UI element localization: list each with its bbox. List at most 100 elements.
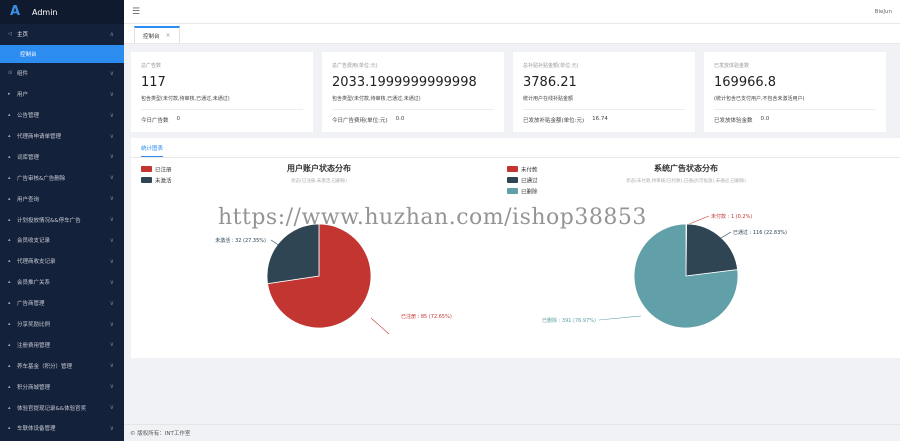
card-footer: 已发放体验金数 0.0 [714,109,876,124]
tab-label: 控制台 [143,33,160,40]
card-foot-label: 今日广告费用(单位:元) [332,118,388,124]
chart-subtitle: 状态(已注册,未激活,已删除) [291,177,347,184]
card-label: 总广告数 [141,63,162,69]
sidebar-item[interactable]: ▴ 公告管理 ∨ [0,105,124,126]
copyright-text: © 版权所有：INT工作室 [130,431,191,437]
stats-panel: 统计图表 已注册 未激活 用户账户状态分布 状态(已注册,未激活,已删除) 已注册 : … [131,138,900,358]
chevron-down-icon: ∨ [109,383,114,391]
menu-toggle-icon[interactable]: ☰ [132,7,140,17]
card-value: 3786.21 [523,75,577,90]
stat-card-ad-fees: 总广告费用(单位:元) 2033.1999999999998 包含类型(未付款,… [322,52,504,132]
chevron-down-icon: ∨ [109,236,114,244]
chevron-up-icon: ∧ [109,30,114,38]
legend-label[interactable]: 已通过 [521,177,538,185]
label-leader-line [720,231,732,239]
card-value: 2033.1999999999998 [332,75,477,90]
sidebar-item-label: 用户查询 [17,196,40,203]
card-desc: 统计用户在线补贴金额 [523,96,574,102]
menu-icon: ▴ [8,300,11,307]
tab-dashboard[interactable]: 控制台 × [134,26,180,43]
sidebar-item[interactable]: ▴ 体验官提现记录&&体验官奖 ∨ [0,397,124,418]
data-label: 未激活 : 32 (27.35%) [215,237,266,244]
pie-slice-未激活[interactable] [266,223,320,285]
menu-icon: ▴ [8,341,11,348]
card-footer: 今日广告费用(单位:元) 0.0 [332,109,494,124]
stat-card-experience-fund: 已发放体验金数 169966.8 (统计包含已支付用户,不包含未激活用户) 已发… [704,52,886,132]
sidebar-item-dashboard[interactable]: 控制台 [0,44,124,63]
sidebar-item-label: 组件 [17,71,29,78]
sidebar-item[interactable]: ▴ 会员推广关系 ∨ [0,272,124,293]
legend-swatch[interactable] [141,177,152,183]
legend-label[interactable]: 已注册 [155,166,172,174]
stat-cards: 总广告数 117 包含类型(未付款,待审核,已通过,未通过) 今日广告数 0 总… [131,52,900,132]
sidebar-item[interactable]: ▸ 用户 ∨ [0,84,124,105]
card-foot-value: 0.0 [395,116,405,122]
chevron-down-icon: ∨ [109,90,114,98]
pie-slice-已通过[interactable] [685,223,739,277]
sidebar-item-label: 词库管理 [17,154,40,161]
data-label: 已通过 : 116 (22.83%) [733,229,787,236]
menu-icon: ▴ [8,404,11,411]
sidebar-item-label: 分享奖励比例 [17,322,51,329]
card-foot-label: 今日广告数 [141,118,169,124]
sidebar-item[interactable]: ⊙ 组件 ∨ [0,63,124,84]
chevron-down-icon: ∨ [109,216,114,224]
chevron-down-icon: ∨ [109,299,114,307]
chevron-down-icon: ∨ [109,69,114,77]
chevron-down-icon: ∨ [109,257,114,265]
sidebar-item[interactable]: ▴ 代理商收支记录 ∨ [0,251,124,272]
user-menu[interactable]: BieJun [875,9,892,15]
sidebar-item[interactable]: ▴ 计划投放情况&&停车广告 ∨ [0,209,124,230]
card-desc: (统计包含已支付用户,不包含未激活用户) [714,96,805,102]
chevron-down-icon: ∨ [109,341,114,349]
legend-swatch[interactable] [141,166,152,172]
topbar: ☰ BieJun [124,0,900,24]
menu-icon: ▴ [8,258,11,265]
sidebar-item[interactable]: ◁ 主页 ∧ [0,24,124,45]
sidebar-item-label: 体验官提现记录&&体验官奖 [17,405,87,412]
tab-statistics-chart[interactable]: 统计图表 [141,144,164,157]
menu-icon: ▸ [8,91,11,98]
chevron-down-icon: ∨ [109,278,114,286]
chevron-down-icon: ∨ [109,111,114,119]
sidebar-item[interactable]: ▴ 会员收支记录 ∨ [0,230,124,251]
menu-icon: ▴ [8,362,11,369]
data-label: 已注册 : 85 (72.65%) [401,313,452,320]
sidebar-item-label: 代理商收支记录 [17,259,56,266]
menu-icon: ▴ [8,153,11,160]
sidebar-item-label: 计划投放情况&&停车广告 [17,217,81,224]
brand[interactable]: A Admin [0,0,124,24]
legend-swatch[interactable] [507,166,518,172]
legend-swatch[interactable] [507,188,518,194]
sidebar-item[interactable]: ▴ 广告商管理 ∨ [0,293,124,314]
card-foot-value: 0 [176,116,181,122]
legend-label[interactable]: 未激活 [155,177,172,185]
card-value: 117 [141,75,166,90]
sidebar-item[interactable]: ▴ 广告审核&广告删除 ∨ [0,167,124,188]
card-label: 已发放体验金数 [714,63,750,69]
legend-label[interactable]: 未付款 [521,166,538,174]
label-leader-line [370,317,390,335]
sidebar-item[interactable]: ▴ 注册费用管理 ∨ [0,334,124,355]
chart-title: 系统广告状态分布 [654,163,718,173]
legend-label[interactable]: 已删除 [521,188,538,196]
legend-swatch[interactable] [507,177,518,183]
sidebar-item[interactable]: ▴ 积分商城管理 ∨ [0,376,124,397]
sidebar-item[interactable]: ▴ 分享奖励比例 ∨ [0,314,124,335]
sidebar-item[interactable]: ▴ 代理商申请单管理 ∨ [0,126,124,147]
sidebar-item-label: 公告管理 [17,113,40,120]
chevron-down-icon: ∨ [109,424,114,432]
chart-subtitle: 状态(未付款,待审核(已付款),已通过(可投放),未通过,已删除) [626,177,746,184]
menu-icon: ▴ [8,279,11,286]
menu-icon: ◁ [8,31,12,38]
sidebar-item[interactable]: ▴ 用户查询 ∨ [0,188,124,209]
sidebar-item[interactable]: ▴ 词库管理 ∨ [0,146,124,167]
sidebar-item[interactable]: ▴ 养车基金（积分）管理 ∨ [0,355,124,376]
app-title: Admin [32,7,58,17]
sidebar-item-label: 广告商管理 [17,301,45,308]
chevron-down-icon: ∨ [109,404,114,412]
close-icon[interactable]: × [166,32,171,39]
card-value: 169966.8 [714,75,777,90]
sidebar-item[interactable]: ▴ 车联体设备管理 ∨ [0,418,124,439]
card-desc: 包含类型(未付款,待审核,已通过,未通过) [332,96,421,102]
